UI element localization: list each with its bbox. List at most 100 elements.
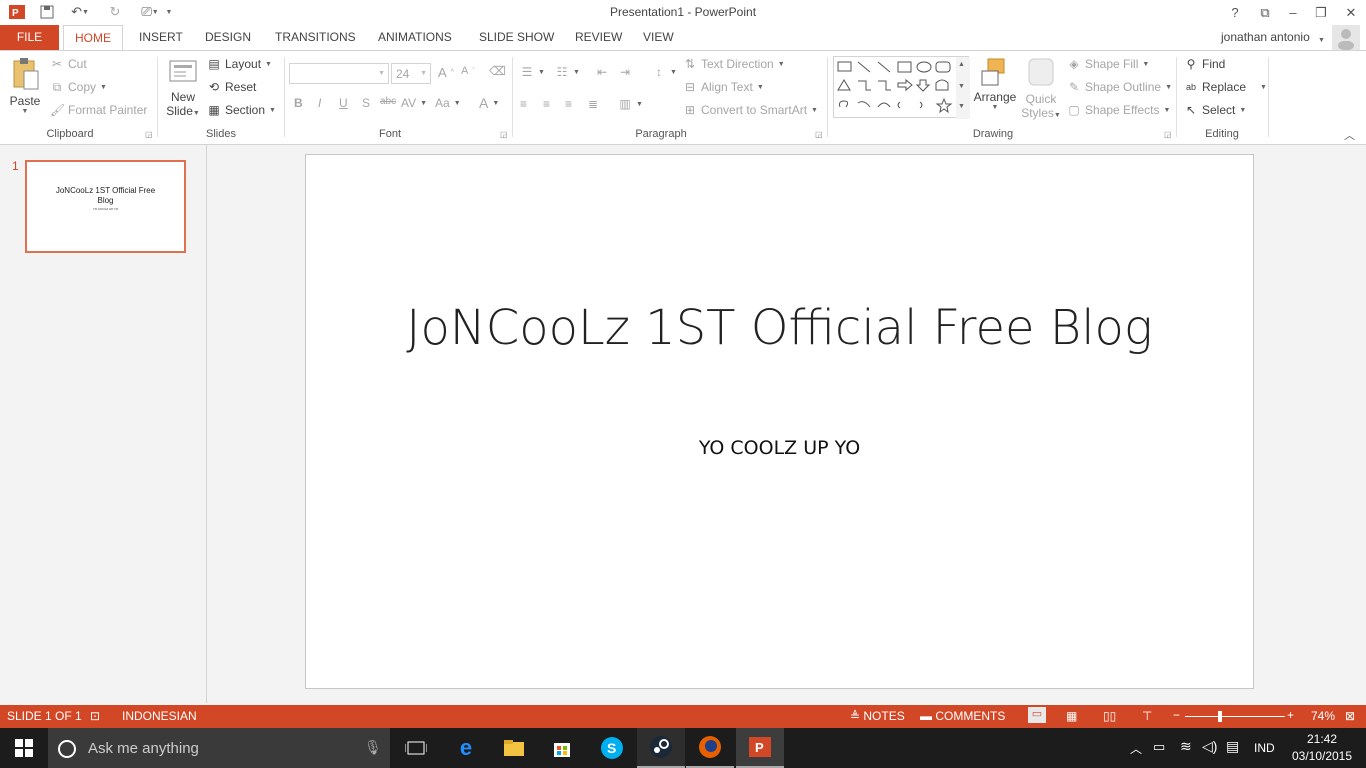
gallery-more-icon[interactable]: ▼ <box>958 103 965 110</box>
strikethrough-button[interactable]: abc <box>380 96 396 107</box>
copy-button[interactable]: ⧉ Copy ▼ <box>50 80 107 94</box>
font-color-button[interactable]: A ▼ <box>479 95 499 111</box>
grow-font-icon[interactable]: A ^ <box>438 65 454 80</box>
tab-transitions[interactable]: TRANSITIONS <box>264 25 367 50</box>
tab-review[interactable]: REVIEW <box>564 25 633 50</box>
wifi-icon[interactable]: ≋ <box>1180 738 1192 755</box>
tab-insert[interactable]: INSERT <box>128 25 194 50</box>
section-button[interactable]: ▦ Section ▼ <box>207 103 276 117</box>
bold-button[interactable]: B <box>294 96 303 110</box>
italic-button[interactable]: I <box>318 96 321 110</box>
notes-button[interactable]: ≜ NOTES <box>850 709 905 723</box>
comments-button[interactable]: ▬ COMMENTS <box>920 709 1005 723</box>
zoom-level[interactable]: 74% <box>1311 709 1335 723</box>
zoom-slider-thumb[interactable] <box>1218 711 1222 722</box>
user-menu-caret-icon[interactable]: ▼ <box>1318 31 1325 45</box>
clipboard-launcher-icon[interactable]: ◲ <box>145 130 153 139</box>
change-case-button[interactable]: Aa ▼ <box>435 96 461 110</box>
tab-design[interactable]: DESIGN <box>194 25 262 50</box>
gallery-down-icon[interactable]: ▼ <box>958 83 965 90</box>
quick-styles-button[interactable]: Quick Styles▼ <box>1020 57 1062 120</box>
clock-date[interactable]: 03/10/2015 <box>1288 749 1356 763</box>
align-left-icon[interactable]: ≡ <box>520 97 527 111</box>
layout-button[interactable]: ▤ Layout ▼ <box>207 57 272 71</box>
tab-home[interactable]: HOME <box>63 25 123 51</box>
paste-button[interactable]: Paste ▼ <box>8 57 42 123</box>
clear-formatting-icon[interactable]: ⌫ <box>489 64 506 78</box>
user-name[interactable]: jonathan antonio <box>1221 30 1310 44</box>
tab-slide-show[interactable]: SLIDE SHOW <box>468 25 565 50</box>
char-spacing-button[interactable]: AV ▼ <box>401 96 427 110</box>
zoom-slider-track[interactable] <box>1185 716 1285 717</box>
reading-view-icon[interactable]: ▯▯ <box>1103 709 1116 723</box>
slide-canvas[interactable] <box>305 154 1254 689</box>
cortana-search-box[interactable]: Ask me anything 🎙 <box>48 728 390 768</box>
tab-file[interactable]: FILE <box>0 25 59 50</box>
bullets-button[interactable]: ☰ ▼ <box>520 65 545 79</box>
spell-check-icon[interactable]: ⊡ <box>90 709 100 723</box>
decrease-indent-icon[interactable]: ⇤ <box>597 65 607 79</box>
slide-sorter-icon[interactable]: ▦ <box>1066 709 1077 723</box>
powerpoint-taskbar-icon[interactable]: P <box>736 728 784 768</box>
font-launcher-icon[interactable]: ◲ <box>500 130 508 139</box>
slide-title[interactable]: JoNCooLz 1ST Official Free Blog <box>306 296 1253 360</box>
shape-outline-button[interactable]: ✎ Shape Outline ▼ <box>1067 80 1172 94</box>
font-family-combo[interactable]: ▼ <box>289 63 389 84</box>
font-size-combo[interactable]: 24 ▼ <box>391 63 431 84</box>
battery-icon[interactable]: ▭ <box>1153 739 1165 755</box>
action-center-icon[interactable]: ▤ <box>1226 738 1239 755</box>
clock-time[interactable]: 21:42 <box>1292 732 1352 746</box>
shapes-gallery[interactable]: ▲ ▼ ▼ <box>833 56 970 119</box>
cut-button[interactable]: ✂ Cut <box>50 57 87 71</box>
text-shadow-button[interactable]: S <box>362 96 370 110</box>
select-button[interactable]: ↖ Select ▼ <box>1184 103 1246 117</box>
align-center-icon[interactable]: ≡ <box>543 97 550 111</box>
drawing-launcher-icon[interactable]: ◲ <box>1164 130 1172 139</box>
steam-icon[interactable] <box>637 728 685 768</box>
task-view-icon[interactable] <box>392 728 440 768</box>
gallery-up-icon[interactable]: ▲ <box>958 61 965 68</box>
slide-subtitle[interactable]: YO COOLZ UP YO <box>306 437 1253 459</box>
tab-view[interactable]: VIEW <box>632 25 685 50</box>
file-explorer-icon[interactable] <box>490 728 538 768</box>
ribbon-display-options-icon[interactable]: ⧉ <box>1250 0 1280 25</box>
numbering-button[interactable]: ☷ ▼ <box>555 65 580 79</box>
replace-button[interactable]: ab Replace ▼ <box>1184 80 1267 94</box>
slide-show-icon[interactable]: ⊤ <box>1142 709 1152 723</box>
align-right-icon[interactable]: ≡ <box>565 97 572 111</box>
help-button[interactable]: ? <box>1220 0 1250 25</box>
find-button[interactable]: ⚲ Find <box>1184 57 1226 71</box>
shape-fill-button[interactable]: ◈ Shape Fill ▼ <box>1067 57 1149 71</box>
columns-button[interactable]: ▥ ▼ <box>618 97 643 111</box>
shape-effects-button[interactable]: ▢ Shape Effects ▼ <box>1067 103 1170 117</box>
input-language[interactable]: IND <box>1254 741 1275 755</box>
collapse-ribbon-icon[interactable]: ︿ <box>1344 127 1355 143</box>
justify-icon[interactable]: ≣ <box>588 97 598 111</box>
firefox-icon[interactable] <box>686 728 734 768</box>
text-direction-button[interactable]: ⇅ Text Direction ▼ <box>683 57 785 71</box>
arrange-button[interactable]: Arrange ▼ <box>972 57 1018 111</box>
increase-indent-icon[interactable]: ⇥ <box>620 65 630 79</box>
avatar[interactable] <box>1332 25 1360 50</box>
zoom-in-icon[interactable]: + <box>1287 708 1294 722</box>
underline-button[interactable]: U <box>339 96 348 110</box>
restore-icon[interactable]: ❐ <box>1306 0 1336 25</box>
minimize-icon[interactable]: – <box>1278 0 1308 25</box>
paragraph-launcher-icon[interactable]: ◲ <box>815 130 823 139</box>
slide-thumbnail[interactable]: JoNCooLz 1ST Official Free Blog YO COOLZ… <box>25 160 186 253</box>
align-text-button[interactable]: ⊟ Align Text ▼ <box>683 80 764 94</box>
line-spacing-button[interactable]: ↕ ▼ <box>652 65 677 79</box>
microphone-icon[interactable]: 🎙 <box>364 739 382 756</box>
store-icon[interactable] <box>538 728 586 768</box>
shrink-font-icon[interactable]: Aˇ <box>461 65 475 77</box>
edge-browser-icon[interactable]: e <box>442 728 490 768</box>
normal-view-icon[interactable]: ▭ <box>1028 707 1046 723</box>
convert-smartart-button[interactable]: ⊞ Convert to SmartArt ▼ <box>683 103 818 117</box>
zoom-out-icon[interactable]: − <box>1173 708 1180 722</box>
fit-slide-icon[interactable]: ⊠ <box>1345 709 1355 723</box>
language-indicator[interactable]: INDONESIAN <box>122 709 197 723</box>
close-icon[interactable]: ✕ <box>1336 0 1366 25</box>
volume-icon[interactable]: ◁) <box>1202 738 1217 755</box>
show-hidden-icons-icon[interactable]: ︿ <box>1130 740 1142 757</box>
new-slide-button[interactable]: New Slide▼ <box>163 57 203 118</box>
